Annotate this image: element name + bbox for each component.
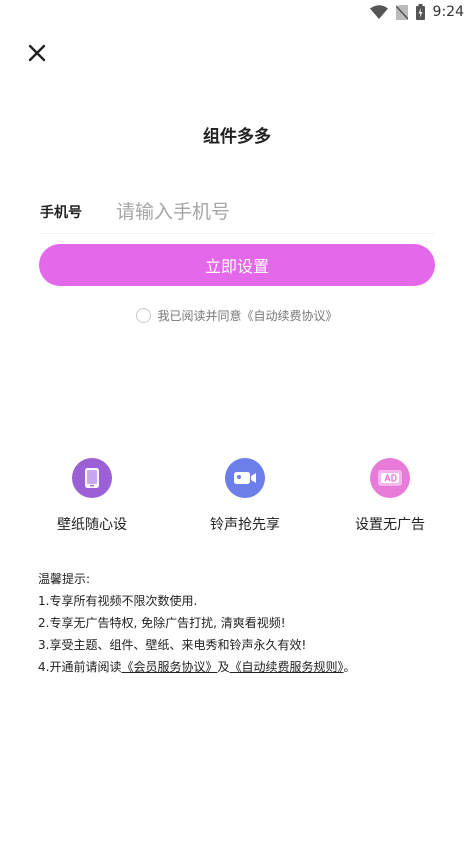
feature-label: 铃声抢先享 — [210, 517, 280, 533]
tip-line-1: 1.专享所有视频不限次数使用. — [38, 594, 198, 608]
auto-renew-rules-link[interactable]: 《自动续费服务规则》 — [229, 660, 343, 674]
tip-line-3: 3.享受主题、组件、壁纸、来电秀和铃声永久有效! — [38, 638, 307, 652]
ad-icon — [370, 458, 410, 498]
member-service-agreement-link[interactable]: 《会员服务协议》 — [121, 660, 217, 674]
feature-label: 设置无广告 — [355, 517, 425, 533]
feature-list: 壁纸随心设 铃声抢先享 设置无广告 — [0, 458, 474, 548]
battery-icon — [415, 4, 425, 20]
auto-renew-agreement-link[interactable]: 《自动续费协议》 — [242, 307, 338, 324]
phone-input[interactable] — [116, 200, 434, 223]
status-time: 9:24 — [432, 4, 464, 20]
status-icons: 9:24 — [369, 4, 464, 20]
tip-line-4-suffix: 。 — [343, 660, 356, 674]
no-sim-icon — [395, 4, 408, 20]
close-icon — [28, 44, 46, 62]
agreement-checkbox[interactable] — [136, 308, 152, 323]
agreement-text: 我已阅读并同意 — [157, 309, 242, 323]
feature-label: 壁纸随心设 — [57, 517, 127, 533]
video-camera-icon — [225, 458, 265, 498]
feature-no-ads: 设置无广告 — [330, 458, 450, 534]
tip-line-4-and: 及 — [217, 660, 230, 674]
wifi-icon — [369, 5, 388, 19]
phone-icon — [72, 458, 112, 498]
feature-ringtone: 铃声抢先享 — [185, 458, 305, 534]
page-title: 组件多多 — [203, 127, 271, 147]
feature-wallpaper: 壁纸随心设 — [32, 458, 152, 534]
status-bar: 9:24 — [0, 0, 474, 26]
tip-line-4-prefix: 4.开通前请阅读 — [38, 660, 122, 674]
tips-title: 温馨提示: — [38, 572, 91, 586]
set-now-button[interactable]: 立即设置 — [39, 244, 435, 286]
close-button[interactable] — [24, 40, 50, 66]
phone-label: 手机号 — [40, 204, 82, 221]
tip-line-2: 2.专享无广告特权, 免除广告打扰, 清爽看视频! — [38, 616, 286, 630]
tip-line-4: 4.开通前请阅读《会员服务协议》及《自动续费服务规则》。 — [38, 656, 458, 678]
agreement-row: 我已阅读并同意 《自动续费协议》 — [0, 307, 474, 324]
phone-field-row: 手机号 — [40, 190, 434, 234]
tips-section: 温馨提示: 1.专享所有视频不限次数使用. 2.专享无广告特权, 免除广告打扰,… — [38, 568, 458, 678]
